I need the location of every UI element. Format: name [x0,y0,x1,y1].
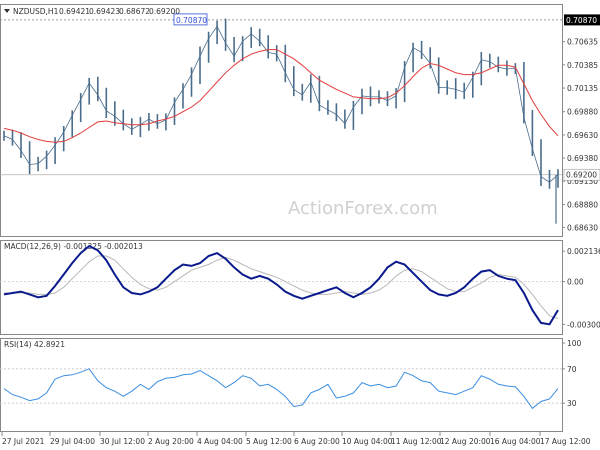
price-panel [0,4,563,237]
chart-canvas: ActionForex.com NZDUSD,H1 0.69421 0.6942… [0,4,600,446]
price-tick-label: 0.70870 [566,16,597,25]
symbol-label: NZDUSD,H1 [13,7,59,16]
price-tick-label: 0.70635 [567,38,598,47]
macd-tick-label: 0.002136 [567,247,600,256]
watermark: ActionForex.com [288,198,438,219]
macd-tick-label: -0.003004 [567,320,600,329]
macd-header: MACD(12,26,9) -0.001325 -0.002013 [4,242,143,251]
x-tick-label: 16 Aug 04:00 [490,437,541,446]
x-tick-label: 2 Aug 20:00 [148,437,194,446]
current-price-label: 0.69200 [566,171,597,180]
rsi-tick-label: 70 [567,365,577,374]
open-value: 0.69421 [59,7,90,16]
x-tick-label: 4 Aug 04:00 [197,437,243,446]
price-header: NZDUSD,H1 0.69421 0.69423 0.68672 0.6920… [4,7,180,16]
x-tick-label: 11 Aug 12:00 [391,437,442,446]
rsi-header: RSI(14) 42.8921 [4,340,65,349]
rsi-tick-label: 100 [567,339,582,348]
rsi-panel [0,338,563,432]
x-tick-label: 12 Aug 20:00 [440,437,491,446]
high-value: 0.69423 [89,7,120,16]
price-tick-label: 0.68880 [567,200,598,209]
x-tick-label: 10 Aug 04:00 [342,437,393,446]
x-tick-label: 5 Aug 12:00 [246,437,292,446]
macd-tick-label: 0.00 [567,278,584,287]
rsi-tick-label: 30 [567,399,577,408]
x-tick-label: 29 Jul 04:00 [50,437,95,446]
x-tick-label: 27 Jul 2021 [2,437,45,446]
price-tick-label: 0.69630 [567,131,598,140]
high-label: 0.70870 [176,16,207,25]
price-tick-label: 0.70385 [567,61,598,70]
low-value: 0.68672 [119,7,150,16]
price-tick-label: 0.70135 [567,84,598,93]
x-tick-label: 6 Aug 20:00 [294,437,340,446]
price-tick-label: 0.69380 [567,154,598,163]
x-tick-label: 30 Jul 12:00 [100,437,145,446]
price-tick-label: 0.68630 [567,224,598,233]
price-tick-label: 0.69880 [567,108,598,117]
x-tick-label: 17 Aug 12:00 [540,437,591,446]
